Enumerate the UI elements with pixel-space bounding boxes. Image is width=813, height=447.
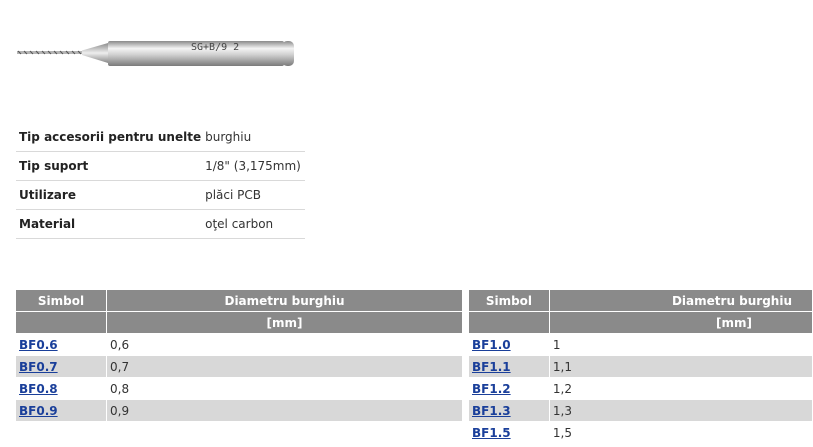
table-row: BF0.9 0,9	[16, 400, 462, 422]
symbol-link[interactable]: BF0.7	[19, 360, 58, 374]
symbol-link[interactable]: BF1.1	[472, 360, 511, 374]
column-header-symbol: Simbol	[469, 290, 549, 312]
spec-row: Utilizare plăci PCB	[16, 180, 306, 210]
unit-header-empty	[16, 312, 106, 334]
symbol-link[interactable]: BF1.0	[472, 338, 511, 352]
engraving-text: SG+B/9 2	[191, 42, 239, 53]
table-row: BF0.6 0,6	[16, 334, 462, 356]
table-row: BF1.5 1,5	[469, 422, 812, 444]
symbol-link[interactable]: BF0.6	[19, 338, 58, 352]
spec-value: burghiu	[201, 123, 306, 152]
unit-header: [mm]	[107, 312, 462, 334]
diameter-cell: 0,7	[107, 356, 462, 378]
table-unit-row: [mm]	[16, 312, 462, 334]
symbol-link[interactable]: BF0.9	[19, 404, 58, 418]
diameter-cell: 1,3	[549, 400, 812, 422]
spec-label: Material	[16, 209, 202, 239]
table-row: BF0.7 0,7	[16, 356, 462, 378]
table-header-row: Simbol Diametru burghiu	[16, 290, 462, 312]
symbol-table-right: Simbol Diametru burghiu [mm] BF1.0 1 BF1…	[468, 290, 813, 444]
symbol-link[interactable]: BF0.8	[19, 382, 58, 396]
table-row: BF1.0 1	[469, 334, 812, 356]
spec-label: Tip accesorii pentru unelte	[16, 123, 202, 152]
diameter-cell: 1,5	[549, 422, 812, 444]
table-row: BF0.8 0,8	[16, 378, 462, 400]
column-header-diameter: Diametru burghiu	[107, 290, 462, 312]
spec-row: Tip accesorii pentru unelte burghiu	[16, 123, 306, 152]
diameter-cell: 1,1	[549, 356, 812, 378]
diameter-cell: 1,2	[549, 378, 812, 400]
spec-value: oţel carbon	[201, 209, 306, 239]
symbol-link[interactable]: BF1.5	[472, 426, 511, 440]
unit-header-empty	[469, 312, 549, 334]
table-row: BF1.1 1,1	[469, 356, 812, 378]
spec-row: Material oţel carbon	[16, 209, 306, 239]
diameter-cell: 0,6	[107, 334, 462, 356]
symbol-cell: BF0.7	[16, 356, 106, 378]
symbol-link[interactable]: BF1.2	[472, 382, 511, 396]
table-header-row: Simbol Diametru burghiu	[469, 290, 812, 312]
symbol-cell: BF1.5	[469, 422, 549, 444]
spec-label: Tip suport	[16, 151, 202, 181]
unit-header: [mm]	[549, 312, 812, 334]
symbol-cell: BF0.6	[16, 334, 106, 356]
symbol-cell: BF0.8	[16, 378, 106, 400]
spec-value: 1/8" (3,175mm)	[201, 151, 306, 181]
symbol-cell: BF0.9	[16, 400, 106, 422]
symbol-table-left: Simbol Diametru burghiu [mm] BF0.6 0,6 B…	[15, 290, 463, 422]
spec-table: Tip accesorii pentru unelte burghiu Tip …	[16, 123, 306, 239]
table-row: BF1.3 1,3	[469, 400, 812, 422]
table-row: BF1.2 1,2	[469, 378, 812, 400]
spec-label: Utilizare	[16, 180, 202, 210]
symbol-link[interactable]: BF1.3	[472, 404, 511, 418]
diameter-cell: 1	[549, 334, 812, 356]
spec-row: Tip suport 1/8" (3,175mm)	[16, 151, 306, 181]
symbol-cell: BF1.0	[469, 334, 549, 356]
symbol-cell: BF1.1	[469, 356, 549, 378]
diameter-cell: 0,8	[107, 378, 462, 400]
diameter-cell: 0,9	[107, 400, 462, 422]
column-header-symbol: Simbol	[16, 290, 106, 312]
symbol-cell: BF1.2	[469, 378, 549, 400]
table-unit-row: [mm]	[469, 312, 812, 334]
symbol-cell: BF1.3	[469, 400, 549, 422]
column-header-diameter: Diametru burghiu	[549, 290, 812, 312]
drill-bit-image: SG+B/9 2	[17, 41, 294, 66]
spec-value: plăci PCB	[201, 180, 306, 210]
